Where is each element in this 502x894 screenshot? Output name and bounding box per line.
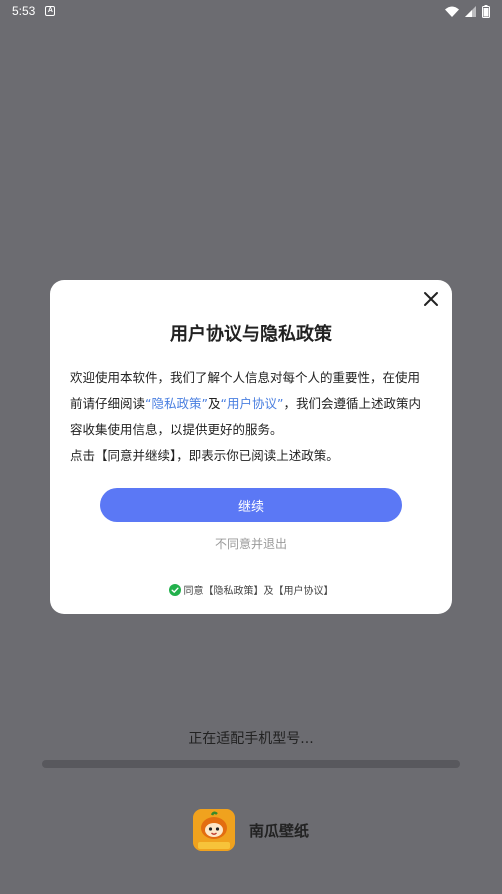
privacy-policy-link[interactable]: “隐私政策” (145, 396, 208, 411)
progress-bar (42, 760, 460, 768)
close-icon[interactable] (422, 290, 440, 308)
dialog-body: 欢迎使用本软件，我们了解个人信息对每个人的重要性，在使用前请仔细阅读“隐私政策”… (70, 365, 432, 469)
status-time: 5:53 (12, 4, 36, 18)
app-name: 南瓜壁纸 (249, 821, 310, 840)
user-agreement-link[interactable]: “用户协议” (220, 396, 283, 411)
brand: 南瓜壁纸 (193, 809, 309, 851)
battery-icon (482, 4, 490, 18)
body-paragraph-1: 欢迎使用本软件，我们了解个人信息对每个人的重要性，在使用前请仔细阅读“隐私政策”… (70, 365, 432, 443)
continue-button[interactable]: 继续 (100, 488, 402, 522)
loading-status-text: 正在适配手机型号... (188, 731, 314, 747)
agree-text: 同意【隐私政策】及【用户协议】 (183, 586, 334, 597)
status-bar-right (445, 4, 490, 18)
dialog-title: 用户协议与隐私政策 (170, 324, 332, 345)
body-conjunction: 及 (207, 396, 221, 411)
app-logo (193, 809, 235, 851)
app-notification-icon: A (45, 6, 56, 16)
status-bar: 5:53 A (0, 0, 502, 22)
agree-row[interactable]: 同意【隐私政策】及【用户协议】 (50, 582, 452, 597)
privacy-dialog: 用户协议与隐私政策 欢迎使用本软件，我们了解个人信息对每个人的重要性，在使用前请… (50, 280, 452, 614)
check-circle-icon[interactable] (168, 583, 181, 596)
body-paragraph-2: 点击【同意并继续】，即表示你已阅读上述政策。 (70, 448, 339, 463)
status-bar-left: 5:53 A (12, 4, 56, 18)
pumpkin-mascot-icon (193, 809, 235, 851)
decline-and-exit-link[interactable]: 不同意并退出 (50, 535, 452, 552)
wifi-icon (445, 6, 459, 17)
signal-icon (465, 5, 476, 17)
